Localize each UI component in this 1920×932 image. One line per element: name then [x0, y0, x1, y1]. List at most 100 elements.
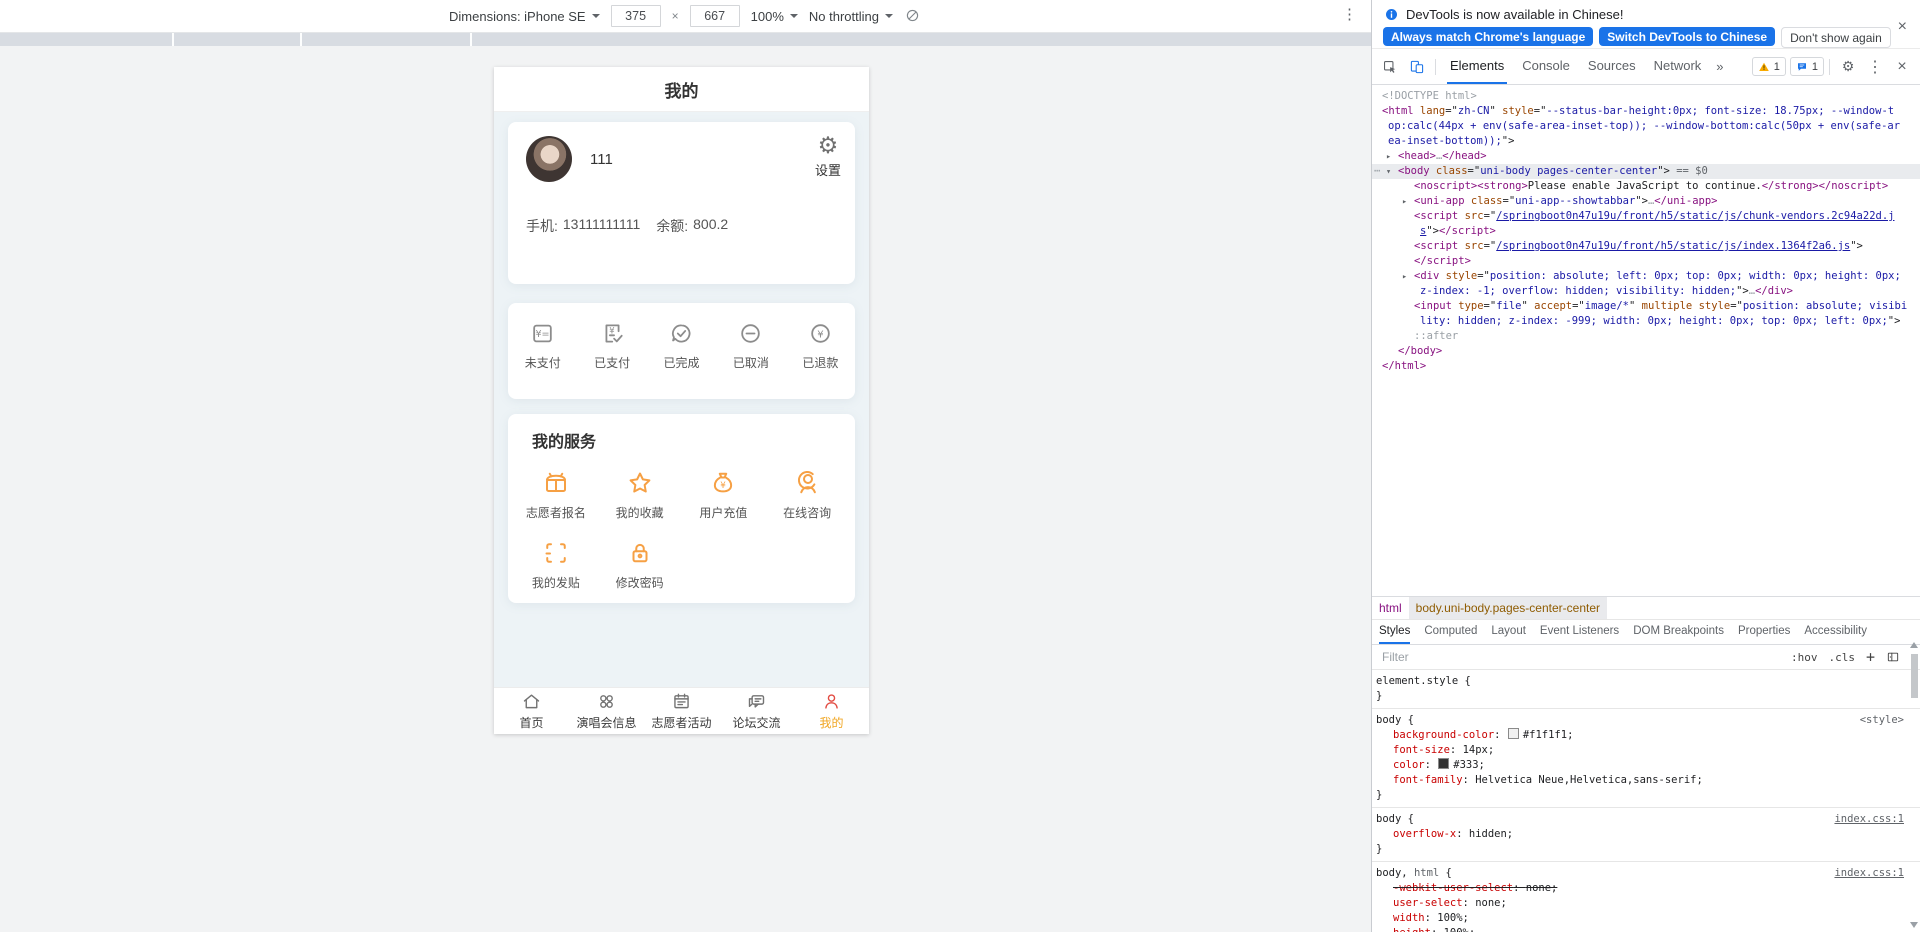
- tabbar-item[interactable]: 论坛交流: [719, 688, 794, 734]
- sidebar-tab-computed[interactable]: Computed: [1417, 620, 1484, 644]
- devtools-tab-elements[interactable]: Elements: [1441, 49, 1513, 84]
- dom-node-row[interactable]: <script src="/springboot0n47u19u/front/h…: [1372, 239, 1920, 254]
- banner-button[interactable]: Always match Chrome's language: [1383, 27, 1594, 46]
- sidebar-tab-layout[interactable]: Layout: [1484, 620, 1533, 644]
- kebab-menu-icon[interactable]: ⋮: [1342, 6, 1357, 24]
- order-status-item[interactable]: ¥ 已支付: [577, 320, 646, 399]
- sidebar-tab-dom-breakpoints[interactable]: DOM Breakpoints: [1626, 620, 1731, 644]
- css-selector[interactable]: body {: [1376, 713, 1904, 728]
- dom-node-row[interactable]: </body>: [1372, 344, 1920, 359]
- dom-node-row[interactable]: <html lang="zh-CN" style="--status-bar-h…: [1372, 104, 1920, 119]
- color-swatch[interactable]: [1438, 758, 1450, 769]
- sidebar-tab-accessibility[interactable]: Accessibility: [1797, 620, 1874, 644]
- new-style-rule-button[interactable]: +: [1866, 648, 1875, 666]
- css-property[interactable]: user-select: none;: [1376, 896, 1904, 911]
- color-swatch[interactable]: [1507, 728, 1519, 739]
- media-query-bar[interactable]: [0, 33, 1371, 47]
- close-icon[interactable]: ×: [1889, 54, 1915, 80]
- css-property[interactable]: overflow-x: hidden;: [1376, 827, 1904, 842]
- settings-button[interactable]: ⚙ 设置: [815, 133, 841, 179]
- order-status-item[interactable]: 已完成: [647, 320, 716, 399]
- css-property[interactable]: height: 100%;: [1376, 926, 1904, 932]
- css-property[interactable]: font-size: 14px;: [1376, 743, 1904, 758]
- expand-arrow-open-icon[interactable]: ▾: [1386, 165, 1391, 180]
- viewport-width-input[interactable]: [610, 5, 661, 27]
- dom-node-row[interactable]: </html>: [1372, 359, 1920, 374]
- sidebar-toggle-icon[interactable]: [1886, 650, 1900, 664]
- dom-node-row[interactable]: <!DOCTYPE html>: [1372, 89, 1920, 104]
- warnings-badge[interactable]: 1: [1751, 57, 1786, 76]
- scroll-down-arrow-icon[interactable]: [1910, 922, 1918, 928]
- css-property[interactable]: color: #333;: [1376, 758, 1904, 773]
- dom-node-row[interactable]: lity: hidden; z-index: -999; width: 0px;…: [1372, 314, 1920, 329]
- service-item[interactable]: 志愿者报名: [514, 468, 598, 521]
- styles-scrollbar[interactable]: [1909, 638, 1920, 932]
- expand-arrow-closed-icon[interactable]: ▸: [1386, 150, 1391, 165]
- dom-node-row[interactable]: ▸ <head>…</head>: [1372, 149, 1920, 164]
- issues-badge[interactable]: 1: [1789, 57, 1824, 76]
- avatar[interactable]: [526, 136, 572, 182]
- devtools-tab-sources[interactable]: Sources: [1579, 49, 1645, 84]
- banner-button[interactable]: Switch DevTools to Chinese: [1599, 27, 1776, 46]
- tabbar-item[interactable]: 志愿者活动: [644, 688, 719, 734]
- sidebar-tab-event-listeners[interactable]: Event Listeners: [1533, 620, 1626, 644]
- devtools-tab-console[interactable]: Console: [1513, 49, 1579, 84]
- css-selector[interactable]: body {: [1376, 812, 1904, 827]
- breadcrumb-item[interactable]: html: [1372, 597, 1409, 619]
- dom-node-row[interactable]: <noscript><strong>Please enable JavaScri…: [1372, 179, 1920, 194]
- service-item[interactable]: 我的发贴: [514, 538, 598, 591]
- tabbar-item[interactable]: 我的: [794, 688, 869, 734]
- device-type-select[interactable]: Dimensions: iPhone SE: [449, 9, 600, 24]
- stylesheet-link[interactable]: index.css:1: [1834, 866, 1904, 881]
- dom-node-row[interactable]: ⋯ ▾ <body class="uni-body pages-center-cen…: [1372, 164, 1920, 179]
- kebab-menu-icon[interactable]: ⋮: [1862, 54, 1888, 80]
- order-status-item[interactable]: 已取消: [716, 320, 785, 399]
- sidebar-tab-styles[interactable]: Styles: [1372, 620, 1417, 644]
- css-selector[interactable]: body, html {: [1376, 866, 1904, 881]
- banner-button[interactable]: Don't show again: [1781, 27, 1891, 48]
- dom-node-row[interactable]: <input type="file" accept="image/*" mult…: [1372, 299, 1920, 314]
- dom-node-row[interactable]: ▸ <div style="position: absolute; left: 0…: [1372, 269, 1920, 284]
- dom-node-row[interactable]: </script>: [1372, 254, 1920, 269]
- dom-node-row[interactable]: <script src="/springboot0n47u19u/front/h…: [1372, 209, 1920, 224]
- dom-node-row[interactable]: ::after: [1372, 329, 1920, 344]
- dom-node-row[interactable]: z-index: -1; overflow: hidden; visibilit…: [1372, 284, 1920, 299]
- hidden-nodes-ellipsis[interactable]: ⋯: [1374, 164, 1381, 179]
- scrollbar-thumb[interactable]: [1911, 654, 1918, 698]
- inspect-icon[interactable]: [1377, 54, 1403, 80]
- css-property[interactable]: font-family: Helvetica Neue,Helvetica,sa…: [1376, 773, 1904, 788]
- stylesheet-link[interactable]: index.css:1: [1834, 812, 1904, 827]
- device-toolbar-icon[interactable]: [1404, 54, 1430, 80]
- more-tabs-icon[interactable]: »: [1711, 59, 1728, 74]
- service-item[interactable]: 修改密码: [598, 538, 682, 591]
- dom-node-row[interactable]: s"></script>: [1372, 224, 1920, 239]
- toggle-element-classes-button[interactable]: .cls: [1828, 651, 1855, 664]
- zoom-select[interactable]: 100%: [751, 9, 798, 24]
- devtools-tab-network[interactable]: Network: [1645, 49, 1711, 84]
- service-item[interactable]: 在线咨询: [765, 468, 849, 521]
- css-property[interactable]: -webkit-user-select: none;: [1376, 881, 1904, 896]
- scroll-up-arrow-icon[interactable]: [1910, 642, 1918, 648]
- tabbar-item[interactable]: 首页: [494, 688, 569, 734]
- gear-icon[interactable]: ⚙: [1835, 54, 1861, 80]
- close-icon[interactable]: ×: [1898, 19, 1907, 35]
- sidebar-tab-properties[interactable]: Properties: [1731, 620, 1797, 644]
- breadcrumb-item[interactable]: body.uni-body.pages-center-center: [1408, 597, 1608, 619]
- dom-node-row[interactable]: ▸ <uni-app class="uni-app--showtabbar">…<…: [1372, 194, 1920, 209]
- order-status-item[interactable]: ¥ 已退款: [786, 320, 855, 399]
- toggle-hover-state-button[interactable]: :hov: [1791, 651, 1818, 664]
- throttling-select[interactable]: No throttling: [809, 9, 893, 24]
- expand-arrow-closed-icon[interactable]: ▸: [1402, 195, 1407, 210]
- dom-node-row[interactable]: ea-inset-bottom));">: [1372, 134, 1920, 149]
- service-item[interactable]: ¥ 用户充值: [682, 468, 766, 521]
- rotate-icon[interactable]: [904, 7, 922, 25]
- service-item[interactable]: 我的收藏: [598, 468, 682, 521]
- expand-arrow-closed-icon[interactable]: ▸: [1402, 270, 1407, 285]
- css-property[interactable]: width: 100%;: [1376, 911, 1904, 926]
- filter-input[interactable]: [1380, 649, 1780, 665]
- dom-node-row[interactable]: op:calc(44px + env(safe-area-inset-top))…: [1372, 119, 1920, 134]
- viewport-height-input[interactable]: [689, 5, 740, 27]
- css-selector[interactable]: element.style {: [1376, 674, 1904, 689]
- order-status-item[interactable]: ¥= 未支付: [508, 320, 577, 399]
- tabbar-item[interactable]: 演唱会信息: [569, 688, 644, 734]
